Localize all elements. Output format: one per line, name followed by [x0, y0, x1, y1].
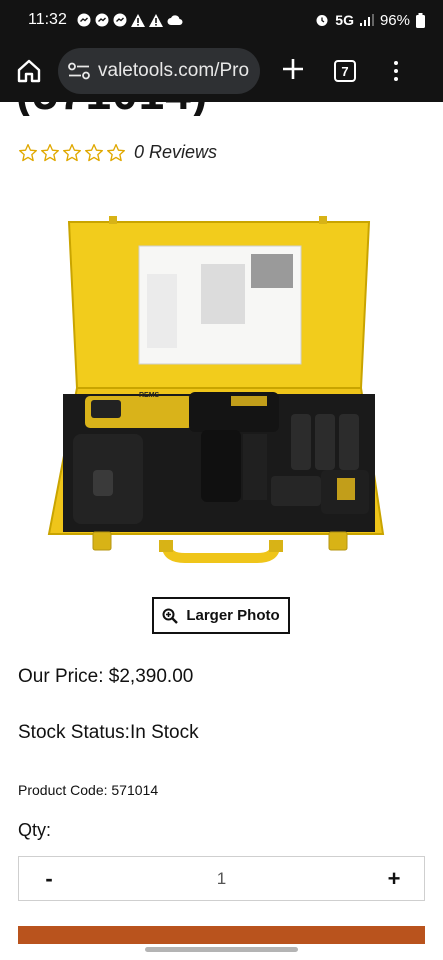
menu-dot [394, 61, 398, 65]
alert-icon [130, 13, 145, 27]
qty-increment-button[interactable]: + [364, 866, 424, 892]
add-to-cart-button[interactable] [18, 926, 425, 944]
cloud-icon [167, 15, 183, 25]
star-empty-icon [63, 143, 82, 161]
plus-icon [283, 59, 303, 79]
stock-status: Stock Status:In Stock [18, 722, 199, 743]
gesture-nav-handle[interactable] [145, 947, 298, 952]
qty-label: Qty: [18, 820, 52, 840]
url-text[interactable]: valetools.com/Pro [98, 60, 249, 82]
messenger-icon [77, 13, 91, 27]
product-price: Our Price: $2,390.00 [18, 666, 194, 687]
zoom-in-icon [162, 608, 179, 624]
star-empty-icon [107, 143, 126, 161]
battery-label: 96% [379, 11, 410, 29]
alert-icon [148, 13, 163, 27]
reviews-link[interactable]: 0 Reviews [134, 142, 217, 163]
address-bar[interactable]: valetools.com/Pro [58, 48, 260, 94]
status-bar: 11:32 5G 96% [0, 0, 443, 40]
product-brand-mark: REMS [139, 392, 160, 399]
star-empty-icon [85, 143, 104, 161]
home-button[interactable] [10, 52, 48, 90]
product-image[interactable]: REMS [35, 208, 407, 582]
rating-row[interactable]: 0 Reviews [18, 142, 217, 163]
quantity-stepper: - 1 + [18, 856, 425, 901]
site-settings-icon[interactable] [68, 62, 90, 80]
menu-dot [394, 69, 398, 73]
battery-icon [416, 12, 425, 28]
menu-dot [394, 77, 398, 81]
network-label: 5G [335, 12, 354, 28]
new-tab-button[interactable] [278, 54, 308, 88]
browser-toolbar: valetools.com/Pro 7 [0, 40, 443, 102]
status-time: 11:32 [28, 11, 67, 28]
messenger-icon [113, 13, 127, 27]
qty-input[interactable]: 1 [79, 869, 364, 889]
notification-icons [77, 13, 183, 27]
product-code: Product Code: 571014 [18, 782, 159, 798]
signal-icon [359, 14, 374, 26]
tab-switcher-button[interactable]: 7 [334, 60, 356, 82]
larger-photo-button[interactable]: Larger Photo [152, 597, 290, 634]
alarm-icon [316, 15, 328, 26]
qty-decrement-button[interactable]: - [19, 866, 79, 892]
home-icon [17, 59, 41, 83]
star-empty-icon [19, 143, 37, 161]
overflow-menu-button[interactable] [392, 61, 400, 81]
messenger-icon [95, 13, 109, 27]
star-empty-icon [41, 143, 59, 161]
larger-photo-label: Larger Photo [186, 607, 280, 624]
